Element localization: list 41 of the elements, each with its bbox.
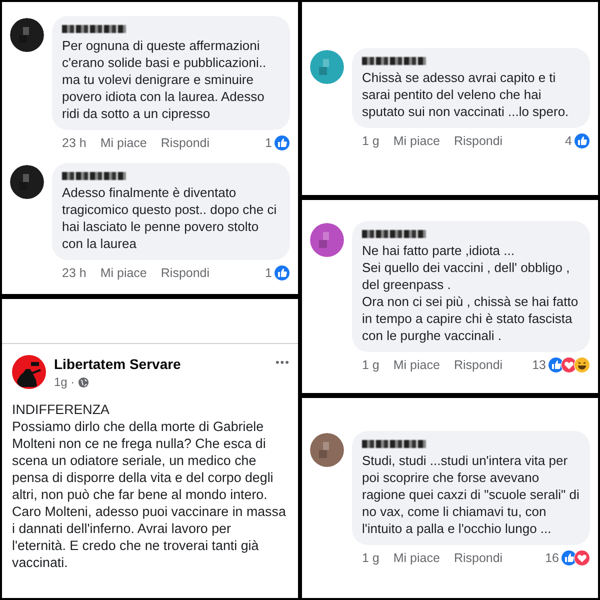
avatar[interactable] — [12, 355, 46, 389]
comment-text: Adesso finalmente è diventato tragicomico questo post.. dopo che ci hai lasciato le penne povero stolto con la laurea — [62, 184, 278, 252]
post-time[interactable]: 1g · — [54, 375, 75, 389]
avatar[interactable] — [310, 222, 344, 256]
reply-link[interactable]: Rispondi — [160, 136, 210, 150]
avatar[interactable] — [310, 432, 344, 466]
reply-link[interactable]: Rispondi — [454, 358, 503, 372]
avatar[interactable] — [10, 18, 44, 52]
like-link[interactable]: Mi piace — [100, 136, 147, 150]
comment-time[interactable]: 23 h — [62, 266, 86, 280]
redacted-name — [62, 172, 126, 180]
reply-link[interactable]: Rispondi — [160, 266, 210, 280]
avatar[interactable] — [10, 164, 44, 198]
like-link[interactable]: Mi piace — [100, 266, 147, 280]
reaction-count[interactable]: 16 — [545, 550, 559, 564]
reaction-count[interactable]: 4 — [565, 134, 572, 148]
comment-text: Studi, studi ...studi un'intera vita per poi scoprire che forse avevano ragione quei caxzi di "scuole serali" di no vax, come li chiamavi tu, con l'intuito a palla e l'occhio lungo ... — [362, 452, 580, 536]
comment-time[interactable]: 1 g — [362, 134, 380, 148]
comment-text: Per ognuna di queste affermazioni c'erano solide basi e pubblicazioni.. ma tu volevi denigrare e sminuire povero idiota con la laurea. Adesso ridi da sotto a un cipresso — [62, 36, 268, 122]
comment-time[interactable]: 23 h — [62, 136, 86, 150]
like-link[interactable]: Mi piace — [393, 134, 440, 148]
redacted-name — [362, 57, 426, 65]
comment-time[interactable]: 1 g — [362, 550, 380, 564]
reply-link[interactable]: Rispondi — [454, 134, 503, 148]
reaction-count[interactable]: 13 — [532, 358, 546, 372]
comment-text: Chissà se adesso avrai capito e ti sarai pentito del veleno che hai sputato sui non vaccinati ...lo spero. — [362, 69, 570, 120]
globe-icon — [78, 376, 89, 388]
post-text: Possiamo dirlo che della morte di Gabriele Molteni non ce ne frega nulla? Che esca di scena un odiatore seriale, un medico che pensa di disporre della vita e del corpo degli altri, non può che far bene al mondo intero. Caro Molteni, adesso puoi vaccinare in massa i dannati dell'inferno. Avrai lavoro per l'eternità. E credo che ne troverai tanti già vaccinati. — [11, 418, 287, 571]
reaction-count[interactable]: 1 — [265, 136, 272, 150]
redacted-name — [62, 24, 126, 32]
comment-time[interactable]: 1 g — [362, 358, 380, 372]
like-link[interactable]: Mi piace — [393, 358, 440, 372]
page-name[interactable]: Libertatem Servare — [54, 356, 268, 372]
more-options-button[interactable]: ••• — [275, 357, 290, 369]
like-link[interactable]: Mi piace — [393, 550, 440, 564]
reply-link[interactable]: Rispondi — [454, 550, 503, 564]
post-title: INDIFFERENZA — [11, 401, 110, 418]
redacted-name — [362, 440, 426, 448]
redacted-name — [362, 230, 426, 238]
reaction-count[interactable]: 1 — [265, 266, 272, 280]
comment-text: Ne hai fatto parte ,idiota ... Sei quello dei vaccini , dell' obbligo , del greenpass . Ora non ci sei più , chissà se hai fatto in tempo a capire chi è stato fascista con le purghe vaccinali . — [362, 242, 580, 344]
